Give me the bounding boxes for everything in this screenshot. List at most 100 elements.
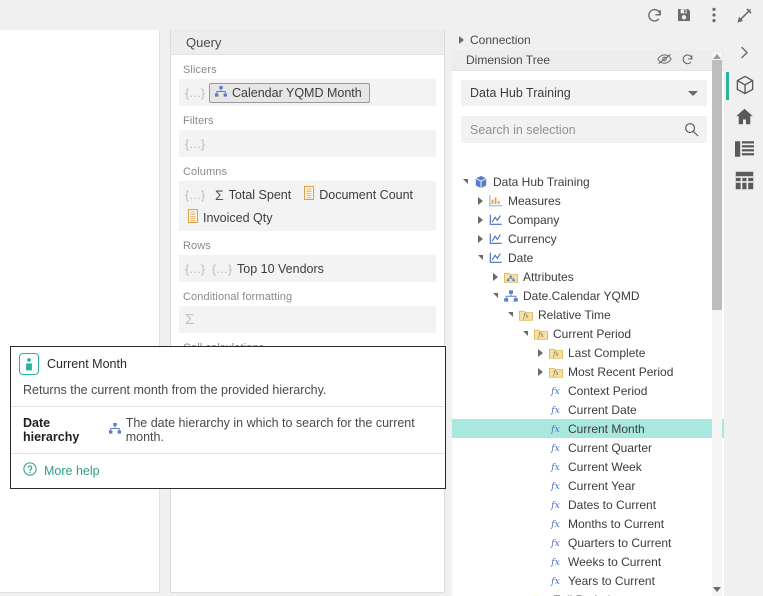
more-help-label: More help <box>44 463 100 478</box>
tree-node-last-complete[interactable]: fx Last Complete <box>452 343 724 362</box>
scroll-down-arrow-icon[interactable] <box>713 587 721 592</box>
rail-item-grid[interactable] <box>726 166 763 198</box>
set-brace-icon: {…} <box>185 261 206 276</box>
tree-node-months-to-current[interactable]: fx Months to Current <box>452 514 724 533</box>
measure-icon <box>304 186 315 203</box>
tree-node-company[interactable]: Company <box>452 210 724 229</box>
tree-node-date-calendar-yqmd[interactable]: Date.Calendar YQMD <box>452 286 724 305</box>
query-section-rows: Rows {…} {…} Top 10 Vendors <box>171 231 444 282</box>
tree-node-label: Current Week <box>568 459 642 474</box>
sigma-icon: Σ <box>185 311 195 328</box>
row-field-top-10-vendors[interactable]: {…} Top 10 Vendors <box>209 261 327 277</box>
tree-node-date[interactable]: Date <box>452 248 724 267</box>
tree-node-dates-to-current[interactable]: fx Dates to Current <box>452 495 724 514</box>
scroll-up-arrow-icon[interactable] <box>713 54 721 59</box>
collapse-arrow-icon[interactable] <box>459 179 472 184</box>
column-field-document-count[interactable]: Document Count <box>301 185 416 204</box>
set-brace-icon: {…} <box>185 85 206 100</box>
rail-item-list[interactable] <box>726 134 763 166</box>
top-toolbar <box>0 0 763 30</box>
hierarchy-icon <box>502 289 519 302</box>
rail-item-expand-panel[interactable] <box>726 38 763 70</box>
expand-arrow-icon[interactable] <box>489 272 502 281</box>
rows-dropzone[interactable]: {…} {…} Top 10 Vendors <box>179 255 436 282</box>
refresh-icon[interactable] <box>639 0 669 30</box>
expand-arrow-icon[interactable] <box>474 196 487 205</box>
fx-icon: fx <box>547 404 564 416</box>
expand-arrow-icon[interactable] <box>474 215 487 224</box>
edit-pencil-icon[interactable] <box>729 0 759 30</box>
application-window: Query Slicers {…} Calendar YQMD Month Fi… <box>0 0 763 596</box>
tree-node-label: Relative Time <box>538 307 611 322</box>
collapse-arrow-icon[interactable] <box>489 293 502 298</box>
tree-node-attributes[interactable]: Attributes <box>452 267 724 286</box>
dimension-tree[interactable]: Data Hub Training Measures Company Currency… <box>452 172 724 596</box>
slicer-chip-calendar-yqmd-month[interactable]: Calendar YQMD Month <box>209 82 370 103</box>
refresh-icon[interactable] <box>681 53 694 69</box>
svg-text:fx: fx <box>550 443 560 454</box>
more-options-icon[interactable] <box>699 0 729 30</box>
tree-node-most-recent-period[interactable]: fx Most Recent Period <box>452 362 724 381</box>
more-help-link[interactable]: More help <box>11 454 445 488</box>
search-input[interactable]: Search in selection <box>461 116 707 143</box>
search-icon[interactable] <box>684 122 699 140</box>
cube-select-value: Data Hub Training <box>470 86 571 100</box>
svg-text:fx: fx <box>550 481 560 492</box>
tree-scrollbar-thumb[interactable] <box>712 60 722 310</box>
tree-node-measures[interactable]: Measures <box>452 191 724 210</box>
tree-node-current-month[interactable]: fx Current Month <box>452 419 724 438</box>
tooltip-description: Returns the current month from the provi… <box>11 381 445 407</box>
tree-node-currency[interactable]: Currency <box>452 229 724 248</box>
expand-arrow-icon[interactable] <box>474 234 487 243</box>
expand-arrow-icon[interactable] <box>534 367 547 376</box>
collapse-arrow-icon[interactable] <box>474 255 487 260</box>
tree-node-current-week[interactable]: fx Current Week <box>452 457 724 476</box>
conditional-formatting-dropzone[interactable]: Σ <box>179 306 436 333</box>
tooltip-parameter-description: The date hierarchy in which to search fo… <box>125 416 415 444</box>
tree-node-label: Quarters to Current <box>568 535 672 550</box>
tree-node-full-period[interactable]: fxFull Period <box>452 590 724 596</box>
collapse-arrow-icon[interactable] <box>504 312 517 317</box>
rail-item-cube[interactable] <box>726 70 763 102</box>
tree-node-weeks-to-current[interactable]: fx Weeks to Current <box>452 552 724 571</box>
tree-node-current-period[interactable]: fx Current Period <box>452 324 724 343</box>
columns-dropzone[interactable]: {…} Σ Total Spent Document Count Invoice… <box>179 181 436 231</box>
tree-node-label: Last Complete <box>568 345 646 360</box>
tree-node-label: Data Hub Training <box>493 174 590 189</box>
query-section-filters: Filters {…} <box>171 106 444 157</box>
column-field-label: Document Count <box>319 187 414 202</box>
tree-node-label: Date <box>508 250 534 265</box>
cube-select[interactable]: Data Hub Training <box>461 80 707 106</box>
tree-node-current-quarter[interactable]: fx Current Quarter <box>452 438 724 457</box>
slicers-dropzone[interactable]: {…} Calendar YQMD Month <box>179 79 436 106</box>
fx-icon: fx <box>547 537 564 549</box>
fx-icon: fx <box>547 423 564 435</box>
query-section-conditional-formatting: Conditional formatting Σ <box>171 282 444 333</box>
tree-node-label: Most Recent Period <box>568 364 674 379</box>
report-canvas[interactable] <box>0 30 160 593</box>
tree-node-data-hub-training[interactable]: Data Hub Training <box>452 172 724 191</box>
column-field-total-spent[interactable]: Σ Total Spent <box>212 187 294 203</box>
conditional-formatting-label: Conditional formatting <box>183 291 293 303</box>
tree-node-current-date[interactable]: fx Current Date <box>452 400 724 419</box>
collapse-arrow-icon[interactable] <box>519 331 532 336</box>
tree-node-years-to-current[interactable]: fx Years to Current <box>452 571 724 590</box>
rail-item-home[interactable] <box>726 102 763 134</box>
hierarchy-icon <box>215 85 228 100</box>
tree-node-context-period[interactable]: fx Context Period <box>452 381 724 400</box>
tree-node-label: Company <box>508 212 560 227</box>
filters-dropzone[interactable]: {…} <box>179 130 436 157</box>
connection-section-header[interactable]: Connection <box>452 30 724 50</box>
expand-arrow-icon[interactable] <box>534 348 547 357</box>
dimension-panel: Connection Dimension Tree Data Hub Train… <box>452 30 724 596</box>
save-icon[interactable] <box>669 0 699 30</box>
column-field-invoiced-qty[interactable]: Invoiced Qty <box>185 208 275 227</box>
tree-node-relative-time[interactable]: fx Relative Time <box>452 305 724 324</box>
tree-node-label: Context Period <box>568 383 648 398</box>
eye-off-icon[interactable] <box>657 53 672 68</box>
tree-node-quarters-to-current[interactable]: fx Quarters to Current <box>452 533 724 552</box>
svg-text:fx: fx <box>550 462 560 473</box>
tree-node-label: Weeks to Current <box>568 554 662 569</box>
cube-icon <box>472 175 489 189</box>
tree-node-current-year[interactable]: fx Current Year <box>452 476 724 495</box>
